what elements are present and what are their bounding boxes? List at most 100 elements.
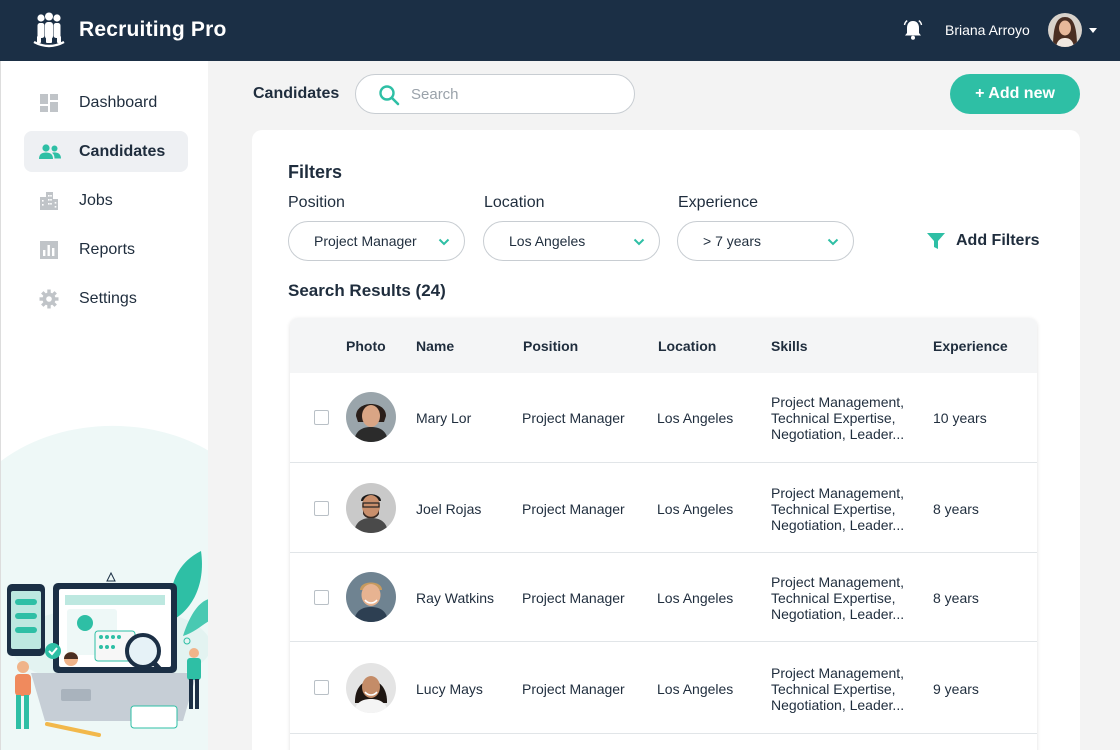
location-filter-label: Location (484, 194, 545, 211)
dashboard-icon (40, 94, 58, 112)
candidate-experience: 9 years (933, 681, 979, 697)
position-filter-select[interactable]: Project Manager (288, 221, 465, 261)
user-name[interactable]: Briana Arroyo (945, 22, 1030, 38)
team-logo-icon (33, 12, 65, 48)
skills-line: Project Management, (771, 394, 905, 410)
bar-chart-icon (40, 241, 58, 259)
column-header-skills[interactable]: Skills (771, 338, 808, 354)
location-filter-select[interactable]: Los Angeles (483, 221, 660, 261)
sidebar-item-jobs[interactable]: Jobs (24, 180, 188, 221)
candidate-photo (346, 483, 396, 533)
table-row[interactable]: Lucy Mays Project Manager Los Angeles Pr… (290, 642, 1037, 734)
filters-title: Filters (288, 162, 343, 182)
gear-icon (39, 289, 59, 309)
table-row[interactable]: Ray Watkins Project Manager Los Angeles … (290, 553, 1037, 642)
sidebar-item-label: Jobs (79, 192, 113, 209)
sidebar: Dashboard Candidates Jobs Reports Settin… (0, 61, 208, 750)
top-bar: Recruiting Pro Briana Arroyo (0, 0, 1120, 61)
row-checkbox[interactable] (314, 590, 329, 605)
chevron-down-icon (827, 238, 839, 246)
candidate-name[interactable]: Lucy Mays (416, 681, 483, 697)
search-box[interactable] (355, 74, 635, 114)
row-checkbox[interactable] (314, 680, 329, 695)
candidate-position: Project Manager (522, 590, 625, 606)
building-icon (40, 192, 58, 210)
experience-filter-select[interactable]: > 7 years (677, 221, 854, 261)
table-header: Photo Name Position Location Skills Expe… (290, 318, 1037, 373)
candidate-photo (346, 572, 396, 622)
table-row[interactable]: Joel Rojas Project Manager Los Angeles P… (290, 463, 1037, 553)
skills-line: Negotiation, Leader... (771, 697, 905, 713)
filter-icon (927, 233, 945, 249)
brand[interactable]: Recruiting Pro (32, 12, 226, 48)
sidebar-item-candidates[interactable]: Candidates (24, 131, 188, 172)
skills-line: Negotiation, Leader... (771, 606, 905, 622)
row-checkbox[interactable] (314, 501, 329, 516)
candidate-location: Los Angeles (657, 681, 734, 697)
skills-line: Project Management, (771, 665, 905, 681)
results-table: Photo Name Position Location Skills Expe… (290, 318, 1037, 750)
candidate-photo (346, 392, 396, 442)
users-icon (39, 144, 61, 159)
chevron-down-icon (633, 238, 645, 246)
search-input[interactable] (411, 83, 621, 105)
column-header-position[interactable]: Position (523, 338, 578, 354)
candidate-skills: Project Management, Technical Expertise,… (771, 665, 921, 713)
skills-line: Project Management, (771, 485, 905, 501)
skills-line: Technical Expertise, (771, 590, 896, 606)
candidate-position: Project Manager (522, 501, 625, 517)
skills-line: Technical Expertise, (771, 501, 896, 517)
candidate-position: Project Manager (522, 410, 625, 426)
position-filter-label: Position (288, 194, 345, 211)
candidate-skills: Project Management, Technical Expertise,… (771, 394, 921, 442)
page-title: Candidates (253, 85, 340, 102)
chevron-down-icon (438, 238, 450, 246)
skills-line: Technical Expertise, (771, 681, 896, 697)
sidebar-item-label: Settings (79, 290, 137, 307)
user-avatar[interactable] (1048, 13, 1082, 47)
row-checkbox[interactable] (314, 410, 329, 425)
column-header-location[interactable]: Location (658, 338, 716, 354)
add-new-button[interactable]: + Add new (950, 74, 1080, 114)
sidebar-item-reports[interactable]: Reports (24, 229, 188, 270)
column-header-photo[interactable]: Photo (346, 338, 386, 354)
skills-line: Negotiation, Leader... (771, 517, 905, 533)
table-row[interactable]: Mary Lor Project Manager Los Angeles Pro… (290, 373, 1037, 463)
candidate-experience: 8 years (933, 501, 979, 517)
location-filter-value: Los Angeles (509, 233, 586, 249)
candidate-skills: Project Management, Technical Expertise,… (771, 574, 921, 622)
search-icon (379, 85, 400, 106)
add-filters-label: Add Filters (956, 232, 1040, 249)
skills-line: Technical Expertise, (771, 410, 896, 426)
sidebar-item-dashboard[interactable]: Dashboard (24, 82, 188, 123)
recruiting-illustration (1, 425, 208, 750)
app-title: Recruiting Pro (79, 18, 227, 41)
experience-filter-value: > 7 years (703, 233, 761, 249)
sidebar-item-settings[interactable]: Settings (24, 278, 188, 319)
candidate-location: Los Angeles (657, 410, 734, 426)
search-results-title: Search Results (24) (288, 281, 446, 300)
skills-line: Negotiation, Leader... (771, 426, 905, 442)
sidebar-item-label: Dashboard (79, 94, 158, 111)
skills-line: Project Management, (771, 574, 905, 590)
position-filter-value: Project Manager (314, 233, 417, 249)
candidate-name[interactable]: Mary Lor (416, 410, 471, 426)
candidates-card: Filters Position Project Manager Locatio… (252, 130, 1080, 750)
sidebar-item-label: Reports (79, 241, 136, 258)
bell-icon[interactable] (902, 19, 924, 41)
candidate-skills: Project Management, Technical Expertise,… (771, 485, 921, 533)
candidate-name[interactable]: Joel Rojas (416, 501, 481, 517)
add-filters-button[interactable]: Add Filters (926, 231, 1040, 251)
column-header-experience[interactable]: Experience (933, 338, 1008, 354)
candidate-experience: 10 years (933, 410, 987, 426)
column-header-name[interactable]: Name (416, 338, 454, 354)
experience-filter-label: Experience (678, 194, 759, 211)
candidate-location: Los Angeles (657, 501, 734, 517)
chevron-down-icon[interactable] (1089, 28, 1097, 33)
candidate-position: Project Manager (522, 681, 625, 697)
candidate-photo (346, 663, 396, 713)
candidate-name[interactable]: Ray Watkins (416, 590, 494, 606)
candidate-experience: 8 years (933, 590, 979, 606)
sidebar-item-label: Candidates (79, 143, 166, 160)
candidate-location: Los Angeles (657, 590, 734, 606)
